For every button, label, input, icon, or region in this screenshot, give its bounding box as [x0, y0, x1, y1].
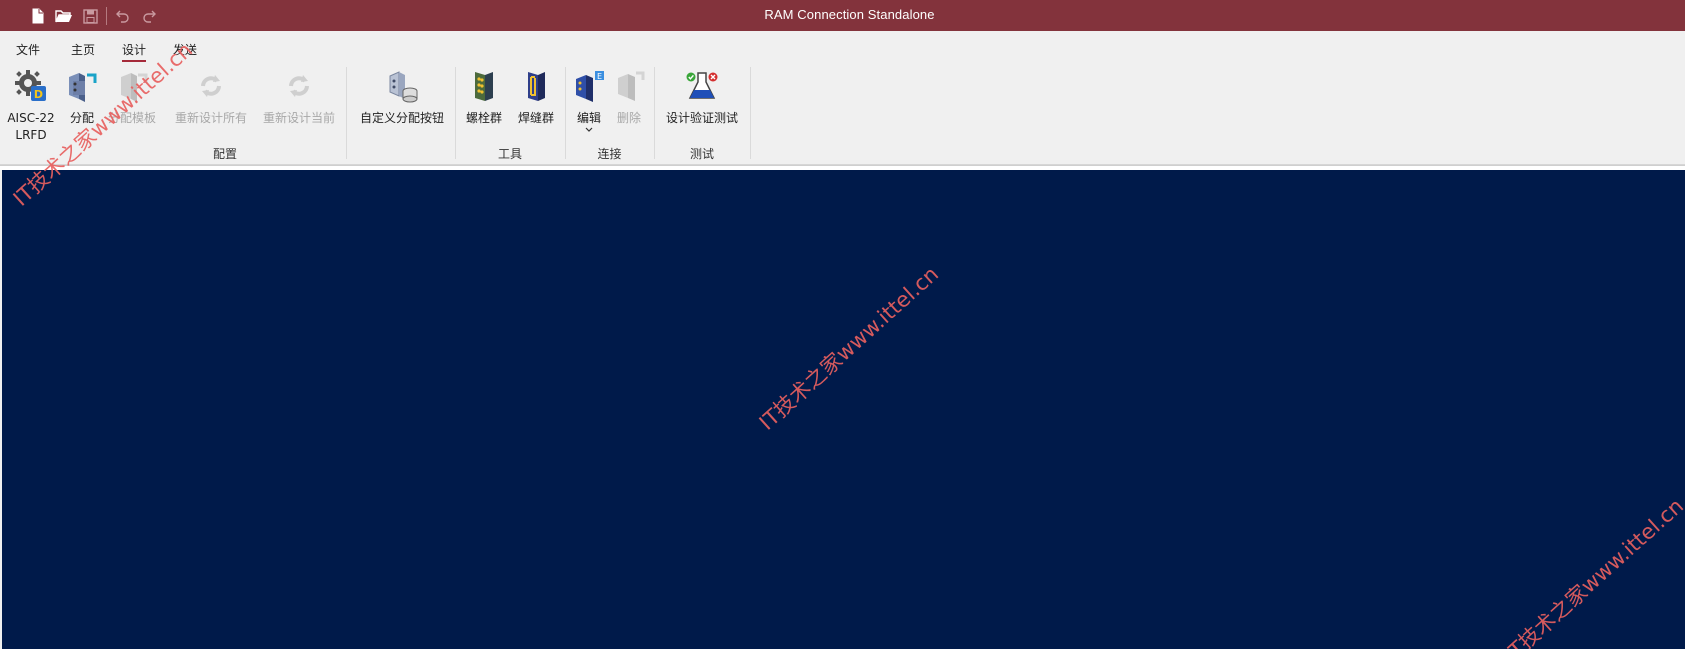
delete-label: 删除: [616, 111, 641, 125]
redesign-current-icon: [282, 69, 316, 103]
bolt-group-button[interactable]: 螺栓群: [463, 69, 505, 127]
bolt-group-icon: [467, 69, 501, 103]
redesign-all-label: 重新设计所有: [174, 111, 247, 125]
weld-group-label: 焊缝群: [517, 111, 554, 125]
tab-file[interactable]: 文件: [16, 41, 40, 58]
delete-connection-button[interactable]: 删除: [612, 69, 646, 127]
ribbon-tabs: 文件 主页 设计 发送: [0, 31, 1685, 63]
edit-connection-icon: E: [572, 69, 606, 103]
redesign-all-button[interactable]: 重新设计所有: [173, 69, 249, 127]
group-label-connection: 连接: [597, 147, 622, 161]
delete-connection-icon: [612, 69, 646, 103]
assign-icon: [65, 69, 99, 103]
tab-design[interactable]: 设计: [122, 41, 147, 62]
design-verification-label: 设计验证测试: [665, 111, 738, 125]
window-title: RAM Connection Standalone: [764, 7, 935, 22]
title-bar: RAM Connection Standalone: [0, 0, 1685, 31]
flask-test-icon: [685, 69, 719, 103]
group-label-test: 测试: [689, 147, 714, 161]
gear-settings-icon: D: [14, 69, 48, 103]
redesign-current-label: 重新设计当前: [262, 111, 335, 125]
tab-home[interactable]: 主页: [71, 41, 95, 58]
design-verification-button[interactable]: 设计验证测试: [664, 69, 740, 127]
design-code-button[interactable]: D AISC-22 LRFD: [6, 69, 56, 144]
svg-text:D: D: [34, 88, 43, 101]
model-canvas[interactable]: [2, 170, 1685, 649]
group-label-tools: 工具: [497, 147, 522, 161]
custom-assign-button[interactable]: 自定义分配按钮: [356, 69, 448, 127]
custom-assign-icon: [385, 69, 419, 103]
weld-group-button[interactable]: 焊缝群: [515, 69, 557, 127]
design-code-line2: LRFD: [15, 128, 47, 142]
redesign-all-icon: [194, 69, 228, 103]
redesign-current-button[interactable]: 重新设计当前: [261, 69, 337, 127]
bolt-group-label: 螺栓群: [465, 111, 502, 125]
ribbon-panel: D AISC-22 LRFD 分配 分配模板 重新设计所有 重新设计当前 自定义…: [0, 63, 1685, 165]
weld-group-icon: [519, 69, 553, 103]
design-code-line1: AISC-22: [7, 111, 55, 125]
edit-connection-button[interactable]: E 编辑: [572, 69, 606, 134]
ribbon-separator: [750, 67, 751, 159]
svg-text:E: E: [597, 72, 602, 81]
app-window: RAM Connection Standalone 文件 主页 设计 发送 D …: [0, 0, 1685, 649]
custom-assign-label: 自定义分配按钮: [359, 111, 444, 125]
